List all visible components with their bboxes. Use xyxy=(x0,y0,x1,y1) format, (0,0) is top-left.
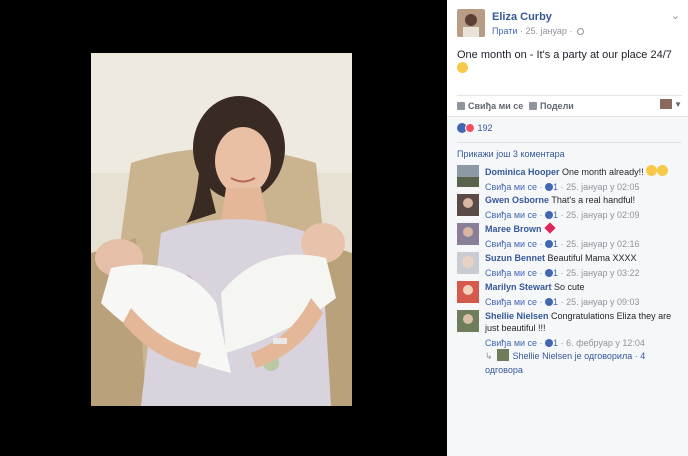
comment-like-link[interactable]: Свиђа ми се xyxy=(485,338,537,348)
comment-like-link[interactable]: Свиђа ми се xyxy=(485,182,537,192)
comment-meta: Свиђа ми се · 1 · 25. јануар у 09:03 xyxy=(485,297,640,307)
comment-time[interactable]: 25. јануар у 02:09 xyxy=(566,210,639,220)
post-side-panel: Eliza Curby Прати · 25. јануар · ⌄ One m… xyxy=(447,0,688,456)
comments-section: 192 Прикажи још 3 коментара Dominica Hoo… xyxy=(447,116,688,456)
post-author-name[interactable]: Eliza Curby xyxy=(492,11,552,23)
reactions-count: 192 xyxy=(477,123,493,133)
view-as-selector[interactable]: ▼ xyxy=(660,99,682,109)
reply-summary: Shellie Nielsen је одговорила · 4 одгово… xyxy=(485,351,646,375)
like-count-icon xyxy=(545,298,554,306)
post-header: Eliza Curby Прати · 25. јануар · ⌄ xyxy=(457,9,682,39)
post-meta: Прати · 25. јануар · xyxy=(492,26,584,36)
comment-like-count[interactable]: 1 xyxy=(553,268,558,278)
comment-body: Shellie Nielsen Congratulations Eliza th… xyxy=(485,310,682,349)
commenter-avatar[interactable] xyxy=(457,252,479,274)
replier-avatar xyxy=(496,349,509,361)
photo-stage xyxy=(0,0,447,456)
comment-body: Maree Brown Свиђа ми се · 1 · 25. јануар… xyxy=(485,222,682,250)
comment-text: That's a real handful! xyxy=(551,195,636,205)
share-button[interactable]: Подели xyxy=(529,101,574,111)
comment-time[interactable]: 25. јануар у 09:03 xyxy=(566,297,639,307)
comment-meta: Свиђа ми се · 1 · 25. јануар у 02:16 xyxy=(485,239,640,249)
post-date[interactable]: 25. јануар xyxy=(525,26,566,36)
comment-body: Suzun Bennet Beautiful Mama XXXX Свиђа м… xyxy=(485,252,682,279)
share-label: Подели xyxy=(540,101,574,111)
comment-like-link[interactable]: Свиђа ми се xyxy=(485,210,537,220)
comment-text: So cute xyxy=(554,282,585,292)
comment-like-link[interactable]: Свиђа ми се xyxy=(485,297,537,307)
reactions-summary[interactable]: 192 xyxy=(457,123,493,133)
comment-time[interactable]: 25. јануар у 03:22 xyxy=(566,268,639,278)
viewer-avatar xyxy=(660,99,673,109)
meta-separator: · xyxy=(569,26,575,36)
like-count-icon xyxy=(545,269,554,277)
comment-meta: Свиђа ми се · 1 · 25. јануар у 02:05 xyxy=(485,182,640,192)
heart-emoji-icon xyxy=(544,222,556,234)
comment-time[interactable]: 25. јануар у 02:05 xyxy=(566,182,639,192)
commenter-avatar[interactable] xyxy=(457,310,479,332)
comment-like-link[interactable]: Свиђа ми се xyxy=(485,268,537,278)
view-replies-link[interactable]: ↳ Shellie Nielsen је одговорила · 4 одгов… xyxy=(485,349,682,377)
thumbs-up-icon xyxy=(457,102,465,110)
share-arrow-icon xyxy=(529,102,537,110)
comment-like-count[interactable]: 1 xyxy=(553,297,558,307)
commenter-name[interactable]: Marilyn Stewart xyxy=(485,282,552,292)
love-reaction-icon xyxy=(465,123,475,133)
comment-meta: Свиђа ми се · 1 · 25. јануар у 02:09 xyxy=(485,210,640,220)
post-text: One month on - It's a party at our place… xyxy=(457,48,682,76)
reply-arrow-icon: ↳ xyxy=(485,351,493,361)
chevron-down-icon[interactable]: ⌄ xyxy=(671,9,680,22)
globe-icon xyxy=(576,28,584,35)
heart-eyes-emoji-icon xyxy=(657,165,669,176)
comment-time[interactable]: 6. фебруар у 12:04 xyxy=(566,338,645,348)
smiling-face-icon xyxy=(457,62,468,73)
comment-like-link[interactable]: Свиђа ми се xyxy=(485,239,537,249)
view-more-comments-link[interactable]: Прикажи још 3 коментара xyxy=(457,149,565,159)
comment-like-count[interactable]: 1 xyxy=(553,210,558,220)
post-caption: One month on - It's a party at our place… xyxy=(457,49,672,61)
commenter-name[interactable]: Shellie Nielsen xyxy=(485,311,549,321)
like-count-icon xyxy=(545,240,554,248)
comment-text: One month already!! xyxy=(562,167,644,177)
like-count-icon xyxy=(545,183,554,191)
comment-like-count[interactable]: 1 xyxy=(553,239,558,249)
commenter-name[interactable]: Gwen Osborne xyxy=(485,195,549,205)
like-count-icon xyxy=(545,339,554,347)
comment-like-count[interactable]: 1 xyxy=(553,338,558,348)
comment-meta: Свиђа ми се · 1 · 6. фебруар у 12:04 xyxy=(485,338,645,348)
commenter-name[interactable]: Suzun Bennet xyxy=(485,253,545,263)
divider xyxy=(457,142,682,143)
commenter-avatar[interactable] xyxy=(457,165,479,187)
commenter-name[interactable]: Maree Brown xyxy=(485,224,542,234)
comment-body: Dominica Hooper One month already!! Свиђ… xyxy=(485,165,682,193)
like-label: Свиђа ми се xyxy=(468,101,524,111)
comment-meta: Свиђа ми се · 1 · 25. јануар у 03:22 xyxy=(485,268,640,278)
caret-down-icon: ▼ xyxy=(674,100,682,109)
heart-eyes-emoji-icon xyxy=(646,165,658,176)
post-photo[interactable] xyxy=(91,53,352,406)
comment-body: Gwen Osborne That's a real handful! Свиђ… xyxy=(485,194,682,221)
commenter-avatar[interactable] xyxy=(457,223,479,245)
commenter-avatar[interactable] xyxy=(457,281,479,303)
follow-link[interactable]: Прати xyxy=(492,26,517,36)
comment-like-count[interactable]: 1 xyxy=(553,182,558,192)
commenter-avatar[interactable] xyxy=(457,194,479,216)
like-button[interactable]: Свиђа ми се xyxy=(457,101,523,111)
post-actions: Свиђа ми се Подели ▼ xyxy=(457,95,682,113)
comment-time[interactable]: 25. јануар у 02:16 xyxy=(566,239,639,249)
photo-illustration xyxy=(91,53,352,406)
comment-body: Marilyn Stewart So cute Свиђа ми се · 1 … xyxy=(485,281,682,308)
comment-text: Beautiful Mama XXXX xyxy=(547,253,637,263)
commenter-name[interactable]: Dominica Hooper xyxy=(485,167,560,177)
author-avatar[interactable] xyxy=(457,9,485,37)
like-count-icon xyxy=(545,211,554,219)
